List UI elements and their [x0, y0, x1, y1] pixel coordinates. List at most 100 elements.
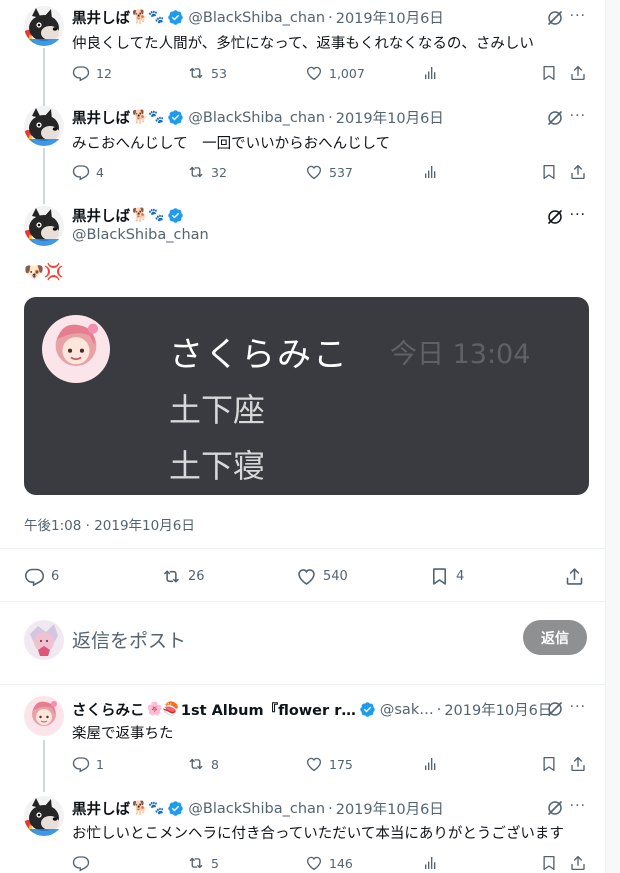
reply-button[interactable]: 12	[72, 64, 112, 82]
retweet-button[interactable]: 32	[187, 163, 227, 181]
bookmark-icon	[540, 163, 558, 181]
avatar[interactable]	[24, 6, 64, 46]
share-icon	[569, 755, 587, 773]
tweet-header: 黒井しば 🐕🐾	[72, 205, 184, 226]
tweet-date[interactable]: 2019年10月6日	[336, 798, 444, 819]
avatar[interactable]	[24, 796, 64, 836]
display-name[interactable]: 黒井しば	[72, 7, 130, 28]
like-count: 146	[329, 855, 353, 871]
reply-input[interactable]: 返信をポスト	[72, 626, 186, 653]
reply-button[interactable]: 1	[72, 755, 104, 773]
display-name[interactable]: 黒井しば	[72, 107, 130, 128]
scrollbar-track[interactable]	[606, 0, 620, 873]
avatar[interactable]	[24, 206, 64, 246]
retweet-icon	[187, 854, 205, 872]
share-button[interactable]	[569, 64, 587, 82]
bookmark-button[interactable]	[540, 854, 558, 872]
views-icon	[422, 854, 440, 872]
more-options-icon[interactable]: ···	[570, 798, 586, 814]
name-emoji: 🌸🍣	[146, 702, 179, 717]
display-name[interactable]: 黒井しば	[72, 205, 130, 226]
embed-message-2: 土下寝	[169, 447, 266, 485]
retweet-icon	[187, 163, 205, 181]
retweet-count: 53	[211, 65, 227, 81]
display-name[interactable]: さくらみこ	[72, 699, 145, 720]
handle[interactable]: @sak…	[380, 702, 434, 718]
display-name[interactable]: 黒井しば	[72, 798, 130, 819]
grok-icon[interactable]	[546, 208, 564, 226]
like-count: 540	[323, 569, 348, 584]
grok-icon[interactable]	[546, 9, 564, 27]
tweet-actions: 1 8 175	[72, 755, 592, 775]
bookmark-button[interactable]	[540, 64, 558, 82]
handle[interactable]: @BlackShiba_chan	[188, 10, 325, 26]
more-options-icon[interactable]: ···	[570, 699, 586, 715]
verified-badge-icon	[359, 701, 376, 718]
main-timestamp[interactable]: 午後1:08 · 2019年10月6日	[24, 514, 195, 534]
retweet-button[interactable]: 5	[187, 854, 219, 872]
bookmark-button[interactable]	[540, 163, 558, 181]
reply-button[interactable]: 4	[72, 163, 104, 181]
display-name-extra[interactable]: 1st Album『flower r…	[181, 699, 356, 720]
bookmark-icon	[540, 64, 558, 82]
more-options-icon[interactable]: ···	[570, 207, 586, 223]
retweet-button[interactable]: 26	[161, 566, 205, 587]
more-options-icon[interactable]: ···	[570, 108, 586, 124]
grok-icon[interactable]	[546, 700, 564, 718]
name-emoji: 🐕🐾	[132, 110, 165, 125]
reply-icon	[72, 854, 90, 872]
share-icon	[569, 163, 587, 181]
tweet-date[interactable]: 2019年10月6日	[336, 7, 444, 28]
reply-tweet-2[interactable]: 黒井しば 🐕🐾 @BlackShiba_chan · 2019年10月6日 ··…	[0, 790, 606, 873]
bookmark-icon	[540, 854, 558, 872]
views-button[interactable]	[422, 854, 440, 872]
like-button[interactable]: 540	[296, 566, 348, 587]
name-emoji: 🐕🐾	[132, 10, 165, 25]
handle[interactable]: @BlackShiba_chan	[72, 227, 209, 243]
grok-icon[interactable]	[546, 799, 564, 817]
retweet-button[interactable]: 8	[187, 755, 219, 773]
tweet-date[interactable]: 2019年10月6日	[336, 107, 444, 128]
main-tweet-actions: 6 26 540 4	[24, 566, 589, 590]
share-button[interactable]	[569, 854, 587, 872]
more-options-icon[interactable]: ···	[570, 8, 586, 24]
bookmark-count: 4	[456, 569, 465, 584]
tweet-2[interactable]: 黒井しば 🐕🐾 @BlackShiba_chan · 2019年10月6日 ··…	[0, 100, 606, 204]
tweet-actions: 4 32 537	[72, 163, 592, 183]
like-button[interactable]: 1,007	[305, 64, 365, 82]
bookmark-button[interactable]	[540, 755, 558, 773]
attached-image[interactable]: さくらみこ 今日 13:04 土下座 土下寝	[24, 297, 589, 495]
my-avatar[interactable]	[24, 620, 64, 660]
reply-button[interactable]	[72, 854, 96, 872]
like-button[interactable]: 146	[305, 854, 353, 872]
handle[interactable]: @BlackShiba_chan	[188, 801, 325, 817]
like-button[interactable]: 175	[305, 755, 353, 773]
reply-icon	[24, 566, 45, 587]
avatar[interactable]	[24, 106, 64, 146]
reply-button[interactable]: 6	[24, 566, 59, 587]
heart-icon	[305, 163, 323, 181]
grok-icon[interactable]	[546, 109, 564, 127]
retweet-button[interactable]: 53	[187, 64, 227, 82]
share-button[interactable]	[569, 755, 587, 773]
tweet-1[interactable]: 黒井しば 🐕🐾 @BlackShiba_chan · 2019年10月6日 ··…	[0, 0, 606, 106]
share-button[interactable]	[564, 566, 585, 587]
retweet-count: 5	[211, 855, 219, 871]
reply-submit-button[interactable]: 返信	[523, 620, 587, 655]
handle[interactable]: @BlackShiba_chan	[188, 110, 325, 126]
retweet-count: 32	[211, 164, 227, 180]
views-button[interactable]	[422, 755, 440, 773]
views-button[interactable]	[422, 64, 440, 82]
tweet-header: 黒井しば 🐕🐾 @BlackShiba_chan · 2019年10月6日	[72, 798, 444, 819]
bookmark-button[interactable]: 4	[429, 566, 464, 587]
like-button[interactable]: 537	[305, 163, 353, 181]
tweet-date[interactable]: 2019年10月6日	[444, 699, 552, 720]
reply-tweet-1[interactable]: さくらみこ 🌸🍣 1st Album『flower r… @sak… · 201…	[0, 690, 606, 792]
tweet-text: 楽屋で返事ちた	[72, 726, 174, 742]
heart-icon	[305, 755, 323, 773]
avatar[interactable]	[24, 696, 64, 736]
views-button[interactable]	[422, 163, 440, 181]
embed-username: さくらみこ	[169, 335, 349, 375]
share-button[interactable]	[569, 163, 587, 181]
tweet-header: 黒井しば 🐕🐾 @BlackShiba_chan · 2019年10月6日	[72, 107, 444, 128]
